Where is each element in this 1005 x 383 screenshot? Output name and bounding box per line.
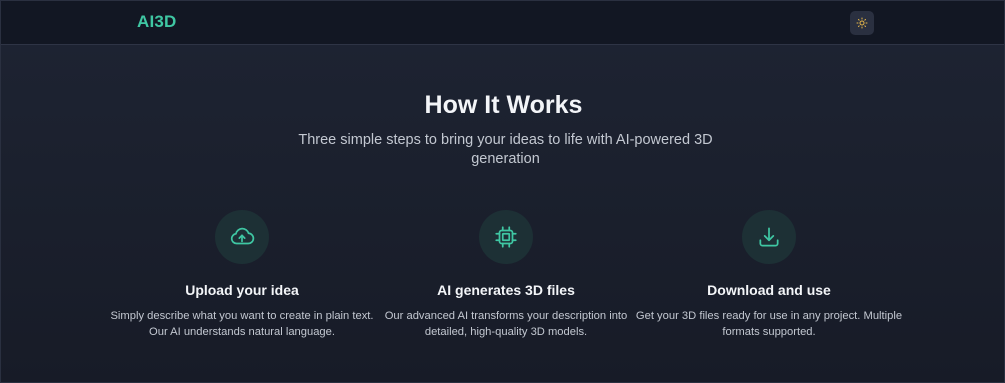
section-subtitle: Three simple steps to bring your ideas t… [298,132,713,167]
step-description: Our advanced AI transforms your descript… [384,310,628,338]
step-upload: Upload your idea Simply describe what yo… [107,210,377,340]
section-title: How It Works [424,91,583,119]
logo[interactable]: AI3D [137,12,177,32]
cloud-upload-icon [230,227,255,245]
step-title: Download and use [707,282,831,298]
download-icon [759,227,779,247]
step-icon-circle [742,210,796,264]
step-description: Simply describe what you want to create … [110,310,374,338]
page: AI3D How It Works Three simple steps to … [0,0,1005,383]
step-title: Upload your idea [185,282,299,298]
cpu-chip-icon [495,226,517,248]
sun-icon [856,17,868,29]
step-icon-circle [479,210,533,264]
theme-toggle-button[interactable] [850,11,874,35]
step-generate: AI generates 3D files Our advanced AI tr… [371,210,641,340]
step-title: AI generates 3D files [437,282,575,298]
navbar: AI3D [1,1,1004,45]
step-icon-circle [215,210,269,264]
step-description: Get your 3D files ready for use in any p… [635,310,903,338]
step-download: Download and use Get your 3D files ready… [634,210,904,340]
